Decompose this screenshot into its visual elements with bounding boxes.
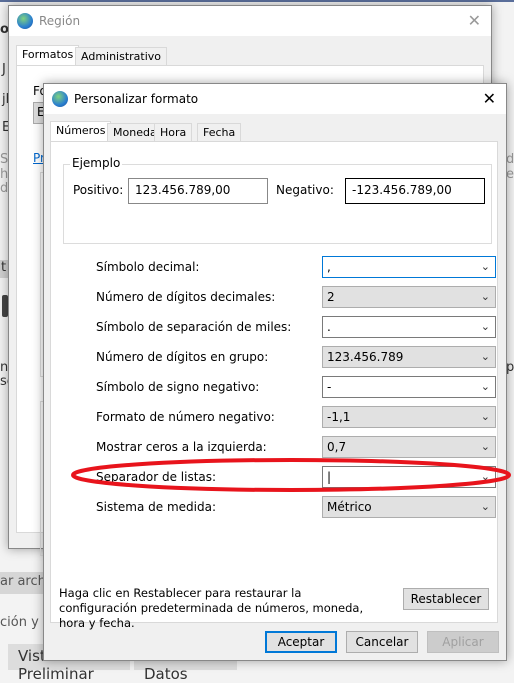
chevron-down-icon[interactable]: ⌄ (481, 350, 490, 363)
bg-fragment: de (506, 152, 514, 167)
setting-value: Métrico (327, 500, 372, 514)
positive-label: Positivo: (73, 183, 124, 197)
custom-format-window: Personalizar formato ✕ Números Moneda Ho… (43, 83, 507, 661)
setting-value: 123.456.789 (327, 350, 404, 364)
reset-button[interactable]: Restablecer (403, 588, 489, 610)
setting-value: , (327, 260, 331, 274)
setting-label: Número de dígitos en grupo: (96, 350, 269, 364)
close-icon[interactable]: ✕ (468, 11, 481, 30)
chevron-down-icon[interactable]: ⌄ (481, 320, 490, 333)
setting-label: Formato de número negativo: (96, 410, 275, 424)
chevron-down-icon[interactable]: ⌄ (481, 380, 490, 393)
region-globe-icon (17, 13, 33, 29)
chevron-down-icon[interactable]: ⌄ (481, 500, 490, 513)
chevron-down-icon[interactable]: ⌄ (481, 410, 490, 423)
bg-text: ar arch (0, 574, 46, 589)
setting-label: Número de dígitos decimales: (96, 290, 276, 304)
setting-combobox[interactable]: - ⌄ (322, 376, 496, 398)
chevron-down-icon[interactable]: ⌄ (481, 440, 490, 453)
bg-fragment: J (2, 62, 6, 77)
chevron-down-icon[interactable]: ⌄ (481, 290, 490, 303)
setting-combobox[interactable]: . ⌄ (322, 316, 496, 338)
positive-example: 123.456.789,00 (128, 178, 268, 204)
setting-dropdown[interactable]: -1,1 ⌄ (322, 406, 496, 428)
tab-formatos[interactable]: Formatos (16, 45, 80, 66)
bg-text: ción y (0, 615, 39, 630)
setting-value: 0,7 (327, 440, 347, 454)
tab-administrativo[interactable]: Administrativo (75, 47, 168, 66)
window-title: Región (39, 14, 81, 28)
bg-fragment: pe (506, 360, 514, 375)
annotation-ellipse (71, 458, 511, 492)
bg-fragment: e (506, 167, 514, 182)
reset-help-text: Haga clic en Restablecer para restaurar … (59, 586, 364, 630)
numeros-panel: Ejemplo Positivo: 123.456.789,00 Negativ… (50, 141, 498, 630)
setting-dropdown[interactable]: 2 ⌄ (322, 286, 496, 308)
tab-numeros[interactable]: Números (50, 121, 112, 142)
example-group: Ejemplo Positivo: 123.456.789,00 Negativ… (63, 156, 492, 244)
setting-value: 2 (327, 290, 335, 304)
setting-value: . (327, 320, 331, 334)
setting-label: Símbolo de signo negativo: (96, 380, 260, 394)
window-title: Personalizar formato (74, 92, 199, 106)
setting-value: -1,1 (327, 410, 351, 424)
example-legend: Ejemplo (70, 156, 123, 170)
apply-button: Aplicar (427, 631, 499, 653)
setting-combobox[interactable]: , ⌄ (322, 256, 496, 278)
setting-label: Símbolo decimal: (96, 260, 200, 274)
setting-label: Sistema de medida: (96, 500, 216, 514)
setting-value: - (327, 380, 332, 394)
setting-dropdown[interactable]: Métrico ⌄ (322, 496, 496, 518)
tab-hora[interactable]: Hora (154, 123, 193, 142)
bg-fragment: t (1, 260, 7, 275)
setting-label: Mostrar ceros a la izquierda: (96, 440, 267, 454)
negative-example: -123.456.789,00 (345, 178, 485, 204)
region-globe-icon (52, 91, 68, 107)
tab-fecha[interactable]: Fecha (197, 123, 242, 142)
title-bar: Personalizar formato ✕ (44, 84, 506, 114)
setting-label: Símbolo de separación de miles: (96, 320, 292, 334)
close-icon[interactable]: ✕ (483, 89, 496, 108)
setting-dropdown[interactable]: 123.456.789 ⌄ (322, 346, 496, 368)
cancel-button[interactable]: Cancelar (346, 631, 418, 653)
negative-label: Negativo: (276, 183, 334, 197)
ok-button[interactable]: Aceptar (265, 631, 337, 653)
title-bar: Región ✕ (9, 6, 491, 36)
chevron-down-icon[interactable]: ⌄ (481, 260, 490, 273)
